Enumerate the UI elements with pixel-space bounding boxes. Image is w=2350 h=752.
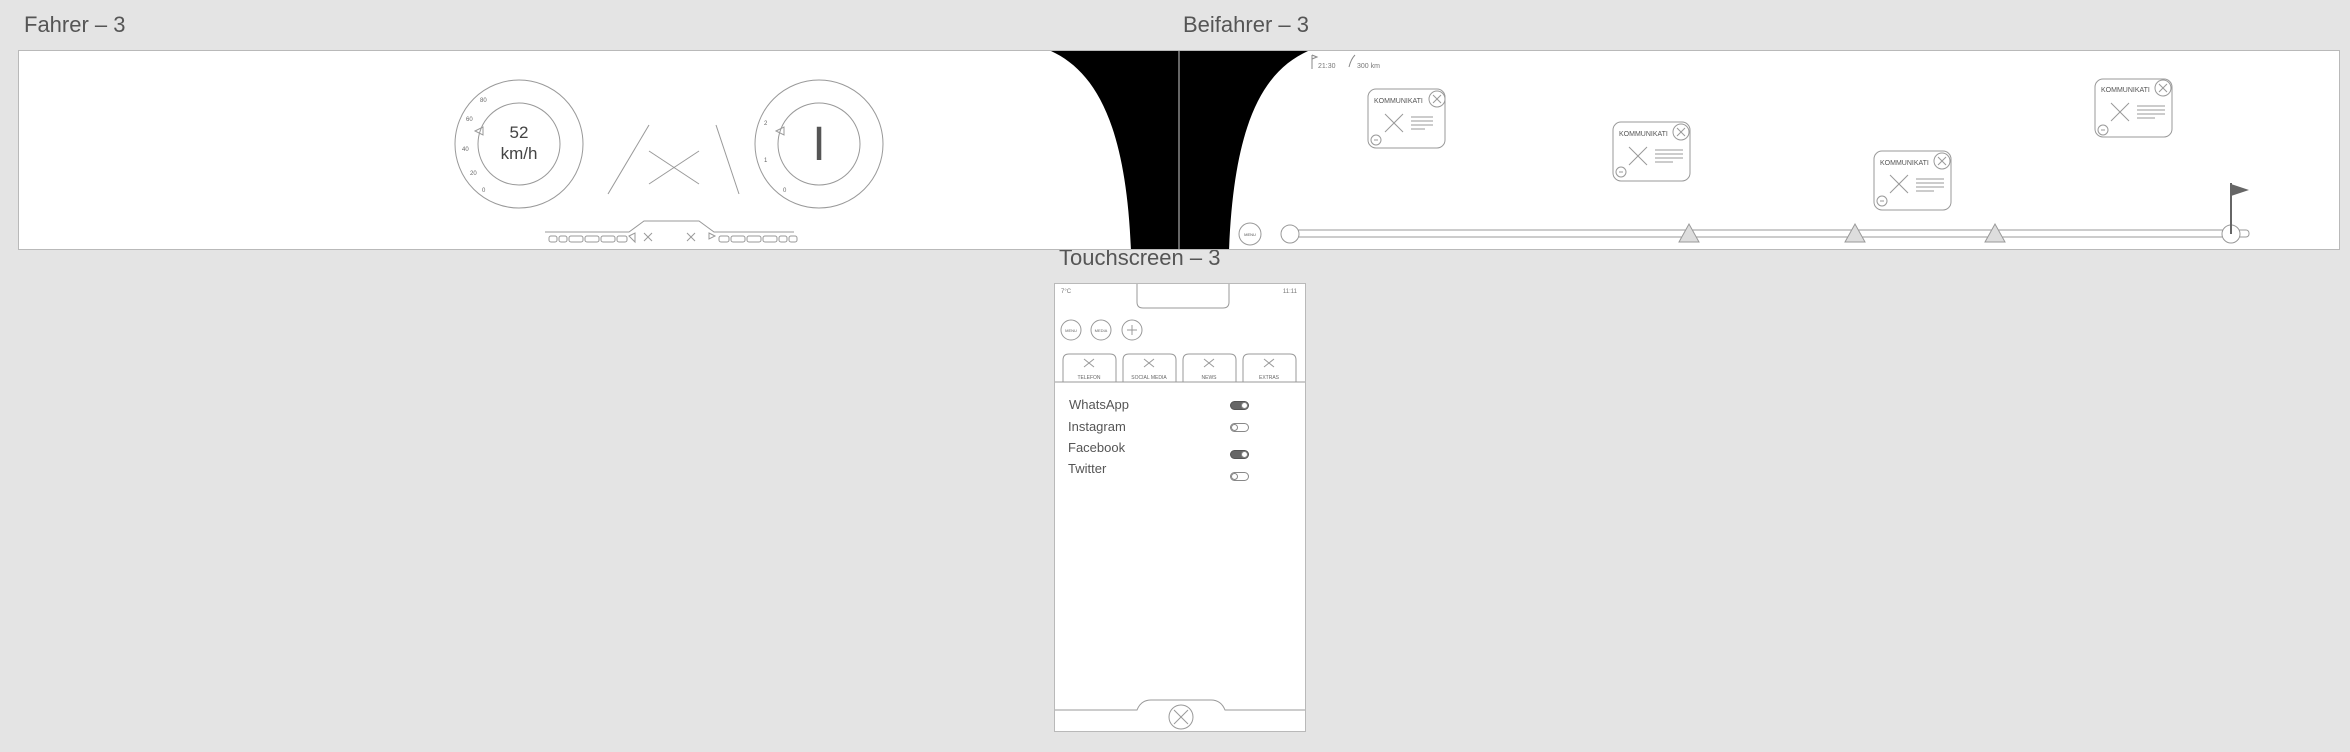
media-button-label: MEDIA <box>1095 328 1108 333</box>
setting-label-instagram: Instagram <box>1068 419 1126 434</box>
setting-label-whatsapp: WhatsApp <box>1069 397 1129 412</box>
speed-tick: 60 <box>466 117 473 123</box>
time-display: 21:30 <box>1318 63 1336 70</box>
speed-tick: 0 <box>482 188 486 194</box>
svg-text:NEWS: NEWS <box>1202 375 1218 381</box>
speed-value: 52 <box>510 123 529 142</box>
svg-text:TELEFON: TELEFON <box>1077 375 1100 381</box>
instagram-toggle[interactable] <box>1230 423 1249 432</box>
driver-artboard-title: Fahrer – 3 <box>24 12 126 37</box>
gear-tick: 2 <box>764 121 768 127</box>
waypoint-marker[interactable] <box>1984 222 2006 243</box>
waypoint-marker[interactable] <box>1678 222 1700 243</box>
tab-social-media[interactable]: SOCIAL MEDIA <box>1131 375 1167 381</box>
setting-label-twitter: Twitter <box>1068 461 1107 476</box>
gear-tick: 0 <box>783 188 787 194</box>
svg-text:EXTRAS: EXTRAS <box>1259 375 1280 381</box>
center-image-placeholder <box>607 124 740 195</box>
speed-tick: 20 <box>470 171 477 177</box>
dashboard-artboard: 52 km/h 80 60 40 20 0 I 2 1 0 21:30 300 … <box>18 50 2340 250</box>
waypoint-marker[interactable] <box>1844 222 1866 243</box>
touchscreen-artboard: TELEFON SOCIAL MEDIA NEWS EXTRAS MENU ME… <box>1054 283 1306 732</box>
clock-status: 11:11 <box>1282 289 1297 295</box>
touchscreen-canvas: TELEFON SOCIAL MEDIA NEWS EXTRAS MENU ME… <box>1055 284 1305 730</box>
indicator-strip <box>545 220 798 244</box>
flag-icon-banner <box>1311 54 1319 60</box>
dashboard-canvas: 52 km/h 80 60 40 20 0 I 2 1 0 21:30 300 … <box>454 51 2250 249</box>
twitter-toggle[interactable] <box>1230 472 1249 481</box>
temperature-status: 7°C <box>1061 289 1072 295</box>
status-notch <box>1136 284 1230 309</box>
speed-tick: 40 <box>462 147 469 153</box>
route-icon <box>1348 54 1356 68</box>
tab-extras[interactable]: EXTRAS <box>1259 375 1280 381</box>
whatsapp-toggle[interactable] <box>1230 401 1249 410</box>
speed-unit: km/h <box>501 144 538 163</box>
speed-tick: 80 <box>480 98 487 104</box>
setting-label-facebook: Facebook <box>1068 440 1126 455</box>
distance-display: 300 km <box>1357 63 1380 70</box>
nav-menu-label: MENU <box>1244 232 1256 237</box>
route-progress-bar <box>1293 229 2250 238</box>
notification-card-title: KOMMUNIKATI <box>1374 98 1423 105</box>
route-start-marker <box>1280 224 1300 244</box>
passenger-artboard-title: Beifahrer – 3 <box>1183 12 1309 37</box>
menu-button-label: MENU <box>1065 328 1077 333</box>
tab-telefon[interactable]: TELEFON <box>1077 375 1100 381</box>
notification-card-title: KOMMUNIKATI <box>1619 131 1668 138</box>
notification-card-title: KOMMUNIKATI <box>2101 87 2150 94</box>
svg-text:SOCIAL MEDIA: SOCIAL MEDIA <box>1131 375 1167 381</box>
facebook-toggle[interactable] <box>1230 450 1249 459</box>
gear-display: I <box>812 118 825 171</box>
tab-news[interactable]: NEWS <box>1202 375 1218 381</box>
gear-tick: 1 <box>764 158 768 164</box>
notification-card-title: KOMMUNIKATI <box>1880 160 1929 167</box>
